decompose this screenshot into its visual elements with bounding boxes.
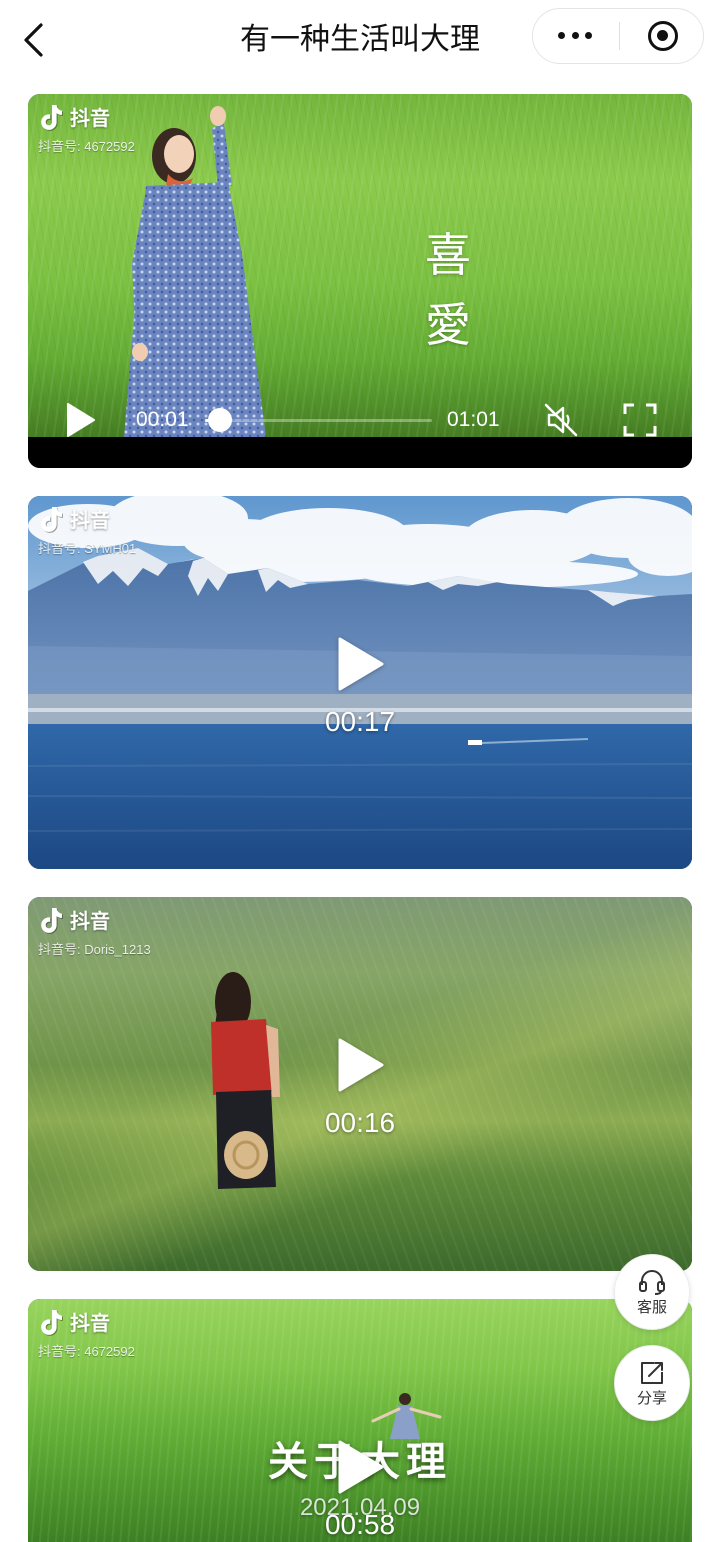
platform-name: 抖音 — [70, 1313, 110, 1335]
video-duration: 00:17 — [324, 706, 396, 737]
play-icon[interactable] — [337, 1037, 385, 1093]
dot — [585, 32, 592, 39]
target-circle-icon[interactable] — [648, 21, 678, 51]
overlay-char: 愛 — [425, 298, 471, 352]
video-card[interactable]: 抖音 抖音号: SYMH01 00:17 — [28, 496, 692, 869]
total-duration: 01:01 — [447, 408, 500, 431]
customer-service-button[interactable]: 客服 — [614, 1254, 690, 1330]
target-center — [657, 30, 668, 41]
overlay-char: 喜 — [425, 228, 471, 282]
menu-capsule — [532, 8, 704, 64]
douyin-logo-icon — [41, 507, 62, 532]
muted-speaker-icon[interactable] — [542, 401, 580, 439]
video-card[interactable]: 抖音 抖音号: Doris_1213 00:16 — [28, 897, 692, 1271]
video-card[interactable]: 抖音 抖音号: 4672592 关于大理 2021.04.09 00:58 — [28, 1299, 692, 1542]
account-id: 抖音号: SYMH01 — [38, 541, 137, 556]
elapsed-time: 00:01 — [136, 408, 189, 431]
platform-name: 抖音 — [70, 911, 110, 933]
progress-track[interactable] — [205, 419, 432, 422]
share-label: 分享 — [636, 1390, 667, 1407]
chevron-left-icon[interactable] — [22, 22, 44, 58]
douyin-logo-icon — [41, 908, 62, 933]
capsule-divider — [619, 22, 620, 50]
player-black-strip — [28, 437, 692, 468]
play-icon[interactable] — [66, 402, 96, 438]
account-id: 抖音号: 4672592 — [38, 139, 135, 154]
account-id: 抖音号: 4672592 — [38, 1344, 135, 1359]
douyin-logo-icon — [41, 105, 62, 130]
platform-name: 抖音 — [70, 108, 110, 130]
headset-icon — [639, 1270, 665, 1295]
play-icon[interactable] — [337, 1439, 385, 1495]
dot — [558, 32, 565, 39]
platform-name: 抖音 — [70, 510, 110, 532]
customer-service-label: 客服 — [636, 1299, 667, 1316]
account-id: 抖音号: Doris_1213 — [38, 942, 151, 957]
more-dots-icon[interactable] — [558, 32, 592, 40]
fullscreen-icon[interactable] — [622, 402, 658, 438]
video-card[interactable]: 抖音 抖音号: 4672592 喜 愛 00:01 01:01 — [28, 94, 692, 468]
video-duration: 00:58 — [324, 1509, 396, 1540]
share-icon — [641, 1362, 663, 1384]
douyin-logo-icon — [41, 1310, 62, 1335]
page-title: 有一种生活叫大理 — [240, 23, 480, 56]
dot — [571, 32, 579, 39]
nav-bar: 有一种生活叫大理 — [0, 0, 720, 80]
video-duration: 00:16 — [324, 1107, 396, 1138]
share-button[interactable]: 分享 — [614, 1345, 690, 1421]
play-icon[interactable] — [337, 636, 385, 692]
